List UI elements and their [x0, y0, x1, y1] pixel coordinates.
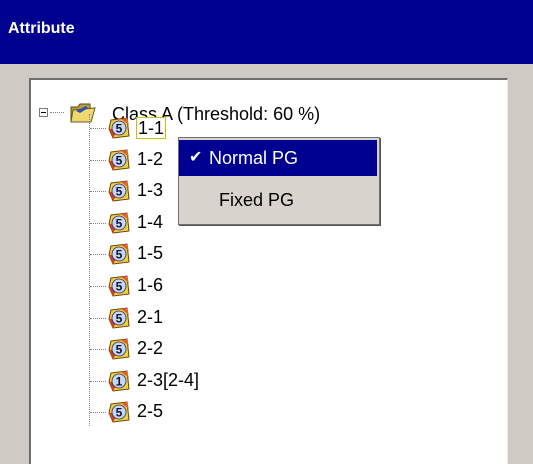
tree-connector: [90, 286, 106, 288]
tree-connector: [90, 380, 106, 383]
context-menu: ✔ Normal PG Fixed PG: [178, 137, 380, 225]
tree-node-label: 1-3: [137, 180, 164, 201]
tree-connector: [50, 112, 64, 114]
menu-item-normal-pg[interactable]: ✔ Normal PG: [179, 140, 377, 176]
tree-node[interactable]: 5 2-5: [31, 400, 491, 424]
node-badge-icon: 5: [108, 212, 130, 234]
node-badge-icon: 5: [108, 117, 130, 139]
node-badge-icon: 5: [108, 307, 130, 329]
node-badge-icon: 1: [108, 370, 130, 392]
tree-connector: [90, 317, 106, 320]
tree-view[interactable]: Class A (Threshold: 60 %) 5 1-1 5 1-2 5 1-3 5 1…: [29, 78, 508, 464]
node-badge-number: 5: [116, 122, 123, 136]
node-badge-number: 5: [116, 153, 123, 167]
node-badge-number: 5: [116, 185, 123, 199]
tree-connector: [90, 222, 106, 225]
node-badge-icon: 5: [108, 149, 130, 171]
tree-connector: [90, 191, 106, 193]
node-badge-number: 5: [116, 311, 123, 325]
node-badge-number: 5: [116, 280, 123, 294]
tree-node-label: 2-1: [137, 306, 164, 327]
node-badge-icon: 5: [108, 180, 130, 202]
tree-node[interactable]: 5 1-6: [31, 274, 491, 298]
node-badge-number: 1: [116, 374, 123, 388]
tree-node-label: 1-4: [137, 211, 164, 232]
node-badge-number: 5: [116, 406, 123, 420]
panel-title: Attribute: [8, 20, 75, 37]
tree-connector: [90, 128, 106, 130]
tree-node-label: 2-2: [137, 338, 164, 359]
node-badge-number: 5: [116, 248, 123, 262]
tree-node[interactable]: 1 2-3[2-4]: [31, 369, 491, 393]
tree-connector: [90, 159, 106, 162]
tree-connector: [90, 412, 106, 414]
check-icon: ✔: [189, 149, 203, 166]
node-badge-icon: 5: [108, 338, 130, 360]
tree-connector: [90, 349, 106, 351]
tree-node-label: 1-1: [136, 117, 167, 139]
tree-node-label: 2-5: [137, 401, 164, 422]
tree-node-label: 1-2: [137, 148, 164, 169]
menu-item-label: Fixed PG: [219, 190, 295, 210]
tree-node[interactable]: 5 2-1: [31, 306, 491, 330]
tree-node[interactable]: 5 2-2: [31, 337, 491, 361]
menu-item-label: Normal PG: [209, 148, 299, 168]
node-badge-icon: 5: [108, 401, 130, 423]
node-badge-icon: 5: [108, 275, 130, 297]
tree-node[interactable]: 5 1-5: [31, 242, 491, 266]
node-badge-number: 5: [116, 343, 123, 357]
tree-node-label: 1-5: [137, 243, 164, 264]
tree-connector: [90, 254, 106, 256]
node-badge-number: 5: [116, 216, 123, 230]
title-bar: Attribute: [0, 0, 533, 64]
tree-node-label: 1-6: [137, 275, 164, 295]
menu-item-fixed-pg[interactable]: Fixed PG: [179, 182, 377, 218]
node-badge-icon: 5: [108, 243, 130, 265]
tree-node-label: 2-3[2-4]: [137, 369, 200, 390]
